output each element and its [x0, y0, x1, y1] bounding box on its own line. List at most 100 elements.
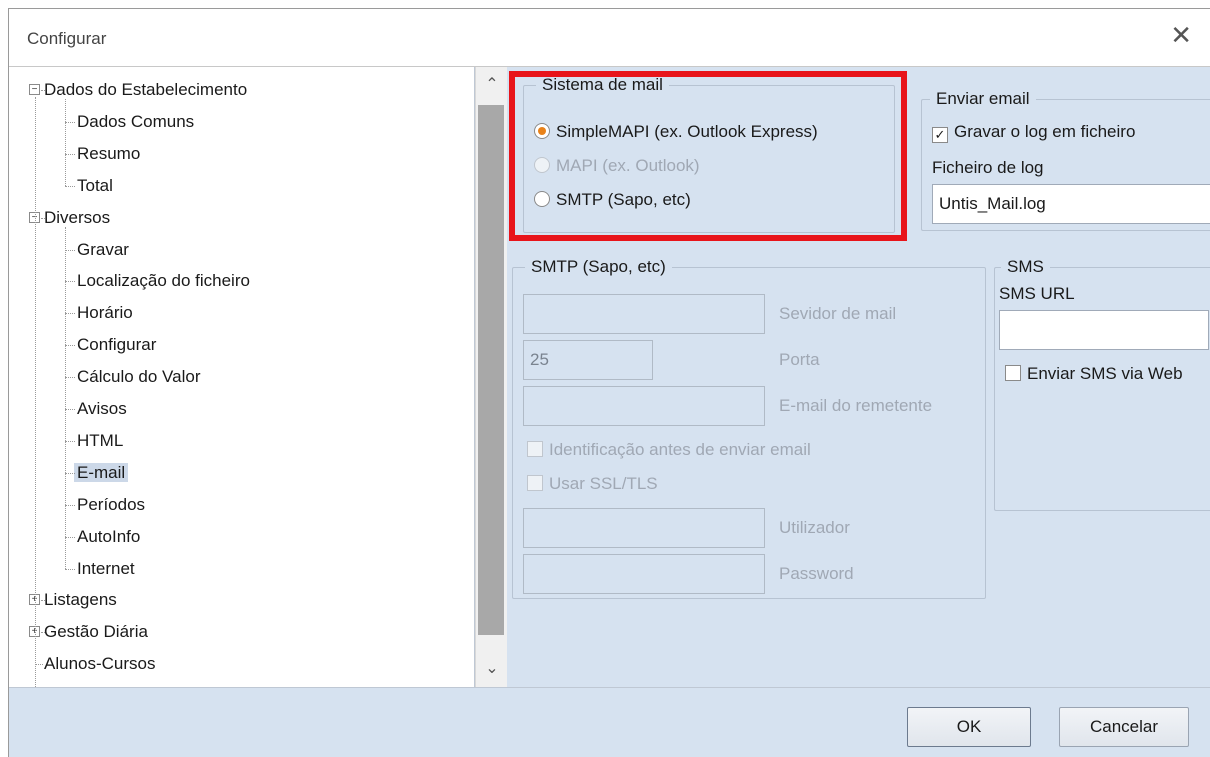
- tree-item[interactable]: Dados do Estabelecimento: [44, 76, 247, 104]
- tree-item[interactable]: Alunos-Cursos: [44, 650, 156, 678]
- log-file-input[interactable]: Untis_Mail.log: [932, 184, 1210, 224]
- tree-item-label: Diversos: [44, 207, 111, 227]
- smtp-password-input[interactable]: [523, 554, 765, 594]
- tree-item-label: Total: [77, 175, 113, 195]
- smtp-port-label: Porta: [779, 350, 820, 369]
- log-file-label: Ficheiro de log: [932, 158, 1044, 177]
- log-checkbox[interactable]: ✓ Gravar o log em ficheiro: [932, 120, 1135, 144]
- tree-connector: [65, 345, 75, 347]
- tree-item[interactable]: Total: [77, 172, 113, 200]
- close-icon[interactable]: ✕: [1170, 22, 1192, 48]
- tree-item-label: Períodos: [77, 494, 146, 514]
- tree-item[interactable]: Gravar: [77, 236, 129, 264]
- tree-guide: [35, 97, 36, 687]
- sms-url-input[interactable]: [999, 310, 1209, 350]
- scroll-down-icon[interactable]: ⌄: [476, 655, 508, 683]
- tree-connector: [65, 504, 75, 506]
- tree-item-label: HTML: [77, 430, 124, 450]
- tree-item-label: Resumo: [77, 143, 141, 163]
- tree-item-label: Configurar: [77, 335, 157, 355]
- tree-guide: [65, 227, 66, 569]
- send-email-group: Enviar email ✓ Gravar o log em ficheiro F…: [921, 88, 1210, 231]
- highlight-frame: [509, 71, 907, 241]
- tree-item-label: Avisos: [77, 399, 127, 418]
- tree-item-label: Dados Comuns: [77, 111, 195, 131]
- smtp-server-input[interactable]: [523, 294, 765, 334]
- log-checkbox-label: Gravar o log em ficheiro: [954, 122, 1136, 141]
- window-title: Configurar: [27, 29, 107, 48]
- smtp-password-label: Password: [779, 564, 854, 583]
- auth-checkbox: Identificação antes de enviar email: [527, 438, 811, 462]
- tree-item-label: Internet: [77, 558, 135, 578]
- checkmark-icon: ✓: [932, 127, 948, 143]
- tree-item[interactable]: Períodos: [77, 491, 145, 519]
- tree-item[interactable]: Avisos: [77, 395, 127, 423]
- send-email-legend: Enviar email: [930, 88, 1036, 110]
- tree-connector: [65, 121, 75, 123]
- tree-item[interactable]: Configurar: [77, 331, 156, 359]
- tree-connector: [65, 249, 75, 251]
- tree-item-label: Gravar: [77, 239, 129, 259]
- tree-item-label: Localização do ficheiro: [77, 271, 250, 291]
- tree-item[interactable]: Dados Comuns: [77, 108, 194, 136]
- tree-item-label: Gestão Diária: [44, 622, 148, 642]
- tree-item-label: Alunos-Cursos: [44, 654, 156, 674]
- tree-connector: [65, 472, 75, 474]
- smtp-port-input[interactable]: 25: [523, 340, 653, 380]
- tree-item[interactable]: HTML: [77, 427, 123, 455]
- tree-item-label: Dados do Estabelecimento: [44, 80, 248, 99]
- ok-button[interactable]: OK: [907, 707, 1031, 747]
- tree-connector: [41, 90, 45, 91]
- smtp-sender-input[interactable]: [523, 386, 765, 426]
- checkbox-icon: [1005, 365, 1021, 381]
- ssl-checkbox: Usar SSL/TLS: [527, 472, 658, 496]
- tree-item[interactable]: Localização do ficheiro: [77, 267, 250, 295]
- ssl-checkbox-label: Usar SSL/TLS: [549, 474, 658, 493]
- collapse-icon[interactable]: −: [29, 84, 40, 95]
- sms-legend: SMS: [1001, 256, 1050, 278]
- tree-item[interactable]: Listagens: [44, 586, 117, 614]
- tree-scrollbar[interactable]: ⌃ ⌄: [475, 67, 507, 687]
- tree-connector: [65, 153, 75, 155]
- tree-item-label: Horário: [77, 303, 133, 323]
- tree-item[interactable]: Internet: [77, 555, 135, 583]
- cancel-button[interactable]: Cancelar: [1059, 707, 1189, 747]
- tree-connector: [65, 377, 75, 379]
- tree-item-label: AutoInfo: [77, 526, 141, 546]
- tree-item[interactable]: Horário: [77, 299, 133, 327]
- sms-web-checkbox[interactable]: Enviar SMS via Web: [1005, 362, 1183, 386]
- tree-connector: [35, 664, 43, 666]
- tree-guide: [65, 99, 66, 186]
- scroll-thumb[interactable]: [478, 105, 504, 635]
- smtp-group: SMTP (Sapo, etc) Sevidor de mail 25 Port…: [512, 256, 986, 599]
- scroll-up-icon[interactable]: ⌃: [476, 71, 508, 99]
- smtp-legend: SMTP (Sapo, etc): [525, 256, 672, 278]
- tree-connector: [65, 281, 75, 283]
- tree-connector: [41, 600, 45, 602]
- checkbox-icon: [527, 475, 543, 491]
- checkbox-icon: [527, 441, 543, 457]
- tree-connector: [65, 440, 75, 442]
- sms-url-label: SMS URL: [999, 284, 1075, 303]
- settings-tree: Dados do Estabelecimento − Dados Comuns Res…: [9, 67, 475, 687]
- tree-item[interactable]: E-mail: [74, 459, 129, 487]
- sms-group: SMS SMS URL Enviar SMS via Web: [994, 256, 1210, 511]
- title-bar: Configurar ✕: [9, 9, 1210, 67]
- tree-connector: [65, 185, 75, 187]
- sms-web-label: Enviar SMS via Web: [1027, 364, 1183, 383]
- auth-checkbox-label: Identificação antes de enviar email: [549, 440, 811, 459]
- tree-connector: [65, 536, 75, 538]
- tree-connector: [41, 217, 45, 219]
- tree-item-label: E-mail: [74, 462, 129, 482]
- configure-dialog: Configurar ✕ Dados do Estabelecimento − Da…: [8, 8, 1210, 757]
- tree-item[interactable]: Diversos: [44, 204, 110, 232]
- tree-item[interactable]: Gestão Diária: [44, 618, 148, 646]
- tree-item[interactable]: Resumo: [77, 140, 140, 168]
- smtp-user-input[interactable]: [523, 508, 765, 548]
- tree-connector: [65, 313, 75, 315]
- smtp-sender-label: E-mail do remetente: [779, 396, 933, 415]
- tree-item[interactable]: Cálculo do Valor: [77, 363, 200, 391]
- tree-connector: [41, 632, 45, 634]
- dialog-footer: OK Cancelar: [9, 687, 1210, 757]
- tree-item[interactable]: AutoInfo: [77, 523, 140, 551]
